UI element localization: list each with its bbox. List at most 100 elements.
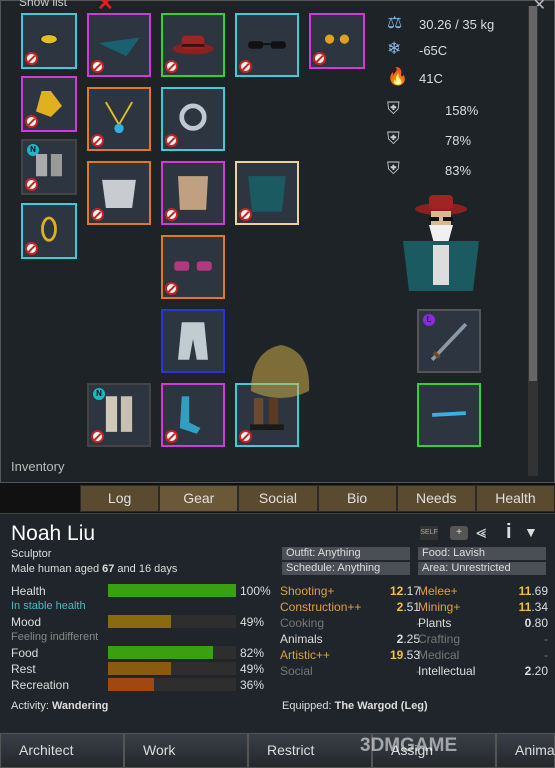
forbid-icon[interactable] — [313, 52, 326, 65]
slot-ring[interactable] — [21, 203, 77, 259]
food-restriction-selector[interactable]: Food: Lavish — [418, 547, 546, 560]
skill-value: 12.17 — [389, 584, 420, 598]
tab-needs[interactable]: Needs — [396, 485, 476, 512]
pawn-name[interactable]: Noah Liu — [11, 522, 95, 546]
bio-prefix: Male human aged — [11, 563, 103, 575]
forbid-icon[interactable] — [91, 208, 104, 221]
rename-icon[interactable]: ⪡ — [476, 522, 486, 543]
outfit-selector[interactable]: Outfit: Anything — [282, 547, 410, 560]
forbid-icon[interactable] — [25, 115, 38, 128]
slot-earrings[interactable] — [309, 13, 365, 69]
slot-armor-gloves[interactable]: N — [21, 139, 77, 195]
forbid-icon[interactable] — [91, 430, 104, 443]
forbid-icon[interactable] — [165, 60, 178, 73]
slot-cloth[interactable] — [87, 13, 151, 77]
slot-boots-armor[interactable]: N — [87, 383, 151, 447]
pawn-title: Sculptor — [11, 548, 52, 560]
work-button[interactable]: Work — [124, 733, 248, 768]
slot-sunglasses[interactable] — [161, 235, 225, 299]
activity-label: Activity: — [11, 700, 52, 712]
need-bar-recreation — [108, 678, 236, 691]
equipped-value: The Wargod (Leg) — [334, 700, 428, 712]
scrollbar-thumb[interactable] — [529, 6, 537, 381]
tab-social[interactable]: Social — [238, 485, 318, 512]
forbid-icon[interactable] — [165, 134, 178, 147]
need-label-mood: Mood — [11, 615, 42, 629]
need-label-health: Health — [11, 584, 46, 598]
slot-jacket[interactable] — [161, 161, 225, 225]
slot-glasses[interactable] — [235, 13, 299, 77]
tab-bio[interactable]: Bio — [317, 485, 397, 512]
forbid-icon[interactable] — [91, 134, 104, 147]
forbid-icon[interactable] — [239, 60, 252, 73]
skill-name: Cooking — [280, 616, 325, 630]
need-label-recreation: Recreation — [11, 678, 70, 692]
skill-name: Artistic++ — [280, 648, 331, 662]
forbid-icon[interactable] — [165, 430, 178, 443]
equipped-label: Equipped: — [282, 700, 335, 712]
slot-fur-coat[interactable] — [235, 161, 299, 225]
skill-value: - — [416, 664, 420, 678]
heat-icon: 🔥 — [387, 67, 409, 86]
forbid-icon[interactable] — [25, 52, 38, 65]
slot-gloves[interactable] — [21, 76, 77, 132]
slot-pants[interactable] — [161, 309, 225, 373]
gear-window: Show list ✕ ✕ N N L ⚖ 30.26 / 35 kg ❄ -6… — [0, 0, 555, 483]
skill-value: 0.80 — [524, 616, 548, 630]
slot-weapon-sword[interactable]: L — [417, 309, 481, 373]
need-pct-food: 82% — [240, 646, 265, 660]
skill-row: Crafting - — [418, 632, 555, 646]
forbid-icon[interactable] — [165, 282, 178, 295]
skill-row: Cooking - — [280, 616, 420, 630]
tab-gear[interactable]: Gear — [159, 485, 239, 512]
forbid-icon[interactable] — [91, 60, 104, 73]
schedule-selector[interactable]: Schedule: Anything — [282, 562, 410, 575]
inventory-label: Inventory — [11, 459, 65, 474]
skill-name: Intellectual — [418, 664, 476, 678]
slot-socks[interactable] — [161, 383, 225, 447]
slot-plate-armor[interactable] — [87, 161, 151, 225]
armor-blunt-value: 78% — [445, 133, 472, 148]
need-pct-mood: 49% — [240, 615, 265, 629]
tab-log[interactable]: Log — [80, 485, 160, 512]
forbid-icon[interactable] — [25, 178, 38, 191]
skill-name: Melee+ — [418, 584, 458, 598]
self-tend-icon[interactable]: SELF — [420, 526, 438, 540]
armor-heat-icon: ⛨ — [387, 159, 400, 178]
forbid-icon[interactable] — [239, 430, 252, 443]
mass-value: 30.26 / 35 kg — [419, 17, 495, 32]
watermark: 3DMGAME — [360, 735, 458, 756]
watermark-logo — [251, 345, 310, 398]
collapse-icon[interactable]: ▼ — [524, 524, 538, 540]
slot-cowboy-hat[interactable] — [161, 13, 225, 77]
need-pct-health: 100% — [240, 584, 271, 598]
slot-necklace[interactable] — [87, 87, 151, 151]
info-icon[interactable]: i — [506, 521, 512, 544]
slot-ring-band[interactable] — [161, 87, 225, 151]
restrict-button[interactable]: Restrict — [248, 733, 372, 768]
slot-weapon-knife[interactable] — [417, 383, 481, 447]
architect-button[interactable]: Architect — [0, 733, 124, 768]
area-selector[interactable]: Area: Unrestricted — [418, 562, 546, 575]
skill-value: - — [544, 632, 548, 646]
forbid-icon[interactable] — [25, 242, 38, 255]
skill-name: Plants — [418, 616, 452, 630]
forbid-icon[interactable] — [239, 208, 252, 221]
mood-status: Feeling indifferent — [11, 631, 99, 643]
tab-health[interactable]: Health — [475, 485, 555, 512]
skill-row: Social - — [280, 664, 420, 678]
medical-icon[interactable]: + — [450, 526, 468, 540]
armor-sharp-value: 158% — [445, 103, 479, 118]
skill-value: 11.34 — [518, 600, 548, 614]
need-fill — [108, 662, 171, 675]
animals-button[interactable]: Anima — [496, 733, 555, 768]
heat-insulation-value: 41C — [419, 71, 443, 86]
forbid-icon[interactable] — [165, 208, 178, 221]
show-list-toggle[interactable]: Show list — [19, 0, 67, 9]
slot-tiara[interactable] — [21, 13, 77, 69]
health-status: In stable health — [11, 600, 86, 612]
scrollbar[interactable] — [528, 6, 538, 476]
equipped: Equipped: The Wargod (Leg) — [282, 700, 428, 712]
skill-row: Animals 2.25 — [280, 632, 420, 646]
main-button-bar: Architect Work Restrict Assign Anima — [0, 733, 555, 768]
